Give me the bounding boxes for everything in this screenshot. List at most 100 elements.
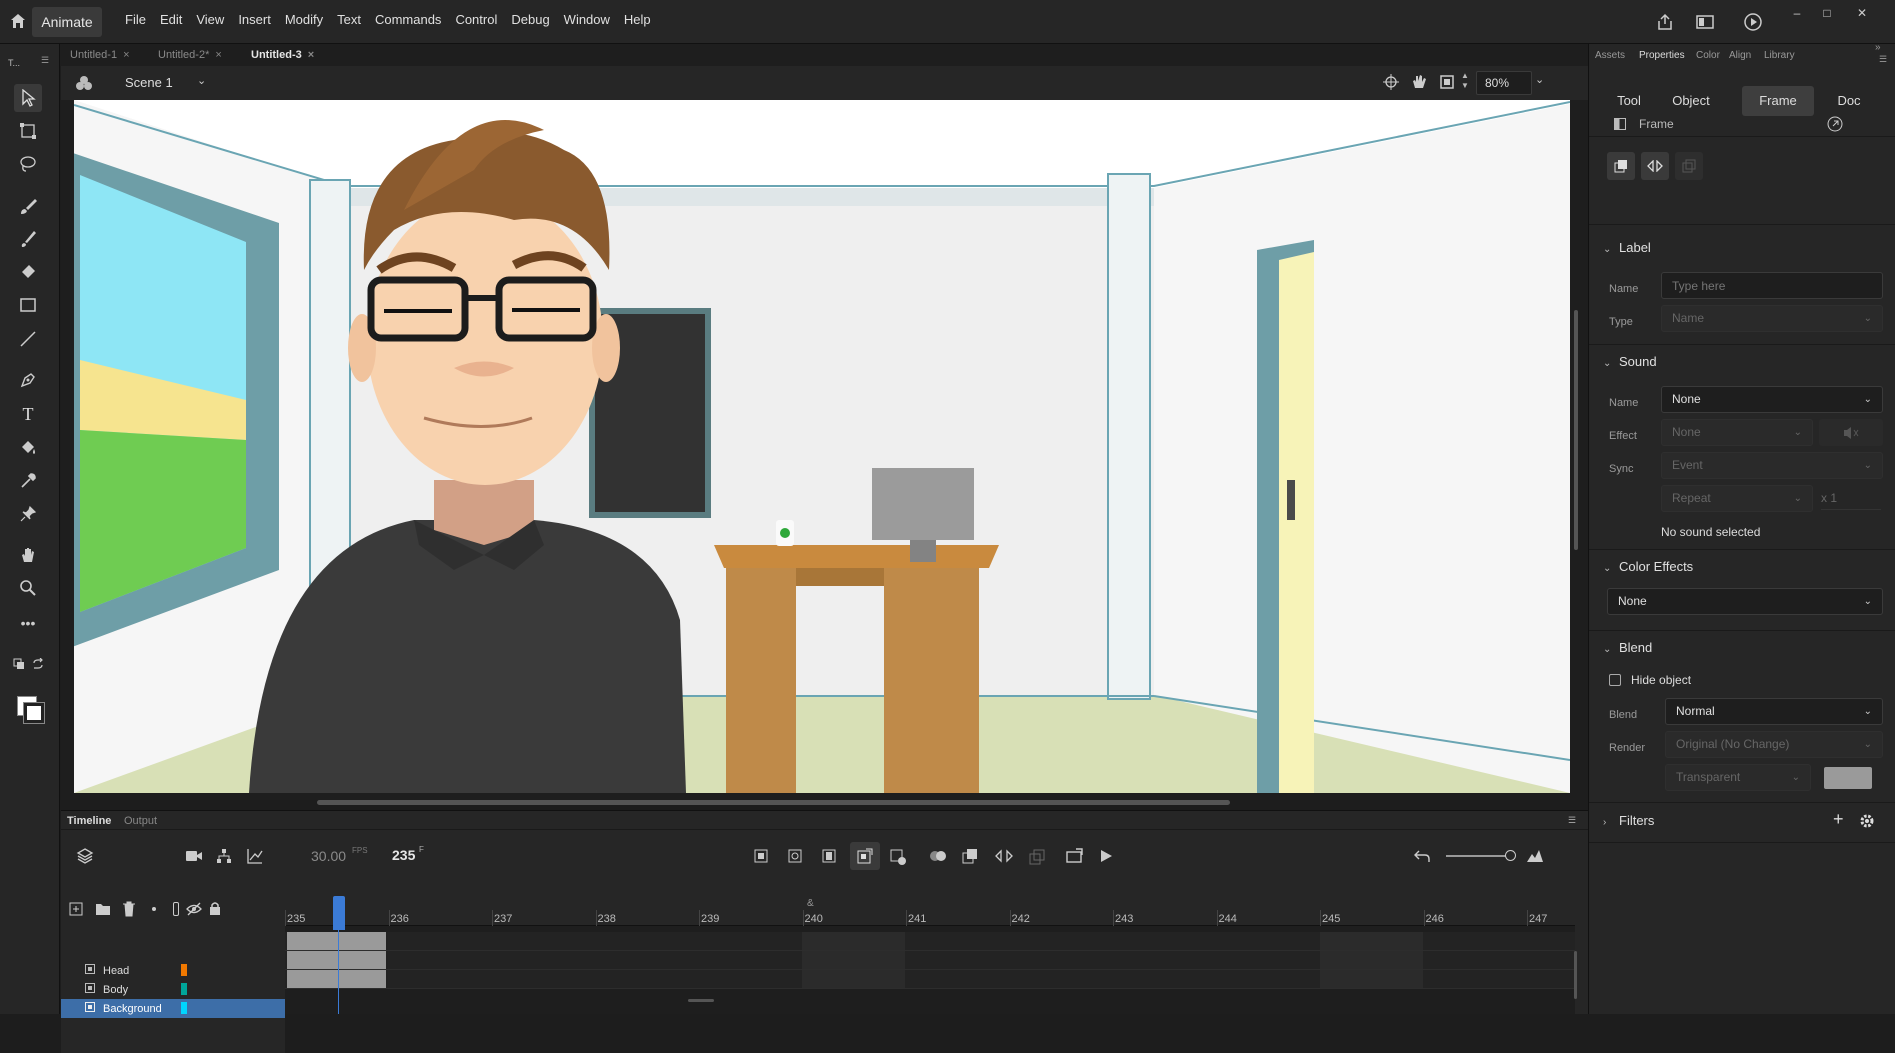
menu-edit[interactable]: Edit bbox=[153, 12, 189, 27]
outline-icon[interactable] bbox=[173, 902, 179, 916]
menu-control[interactable]: Control bbox=[448, 12, 504, 27]
sound-effect-select[interactable]: None ⌄ bbox=[1661, 419, 1813, 446]
menu-insert[interactable]: Insert bbox=[231, 12, 278, 27]
label-name-input[interactable] bbox=[1661, 272, 1883, 299]
zoom-stepper-icon[interactable]: ▲ ▼ bbox=[1461, 71, 1469, 91]
section-color-effects-header[interactable]: ⌄ Color Effects bbox=[1603, 559, 1693, 574]
classic-tween-icon[interactable] bbox=[995, 849, 1013, 863]
insert-frame-icon[interactable] bbox=[822, 849, 836, 863]
sound-repeat-count[interactable]: x 1 bbox=[1821, 491, 1881, 510]
sound-repeat-select[interactable]: Repeat ⌄ bbox=[1661, 485, 1813, 512]
timeline-vertical-scrollbar[interactable] bbox=[1574, 951, 1577, 999]
background-color-swatch[interactable] bbox=[1824, 767, 1872, 789]
edit-sound-button[interactable] bbox=[1819, 419, 1883, 446]
center-stage-icon[interactable] bbox=[1383, 74, 1399, 90]
tab-library[interactable]: Library bbox=[1764, 50, 1795, 61]
tab-timeline[interactable]: Timeline bbox=[67, 815, 111, 827]
scene-name[interactable]: Scene 1 bbox=[125, 75, 173, 90]
default-colors-icon[interactable] bbox=[32, 658, 44, 670]
frame-ruler[interactable]: 235 236 237 238 239 240 241 242 243 244 245 246 247 bbox=[285, 896, 1575, 926]
hide-eye-icon[interactable] bbox=[186, 902, 202, 916]
blend-select[interactable]: Normal ⌄ bbox=[1665, 698, 1883, 725]
timeline-menu-icon[interactable]: ☰ bbox=[1568, 815, 1576, 826]
color-effects-select[interactable]: None ⌄ bbox=[1607, 588, 1883, 615]
current-frame[interactable]: 235 bbox=[392, 847, 415, 863]
graph-icon[interactable] bbox=[247, 848, 263, 864]
stage-horizontal-scrollbar[interactable] bbox=[317, 800, 1230, 805]
new-folder-icon[interactable] bbox=[95, 902, 111, 916]
pen-tool[interactable] bbox=[14, 366, 42, 394]
help-link-icon[interactable] bbox=[1827, 116, 1843, 132]
gear-icon[interactable] bbox=[1859, 813, 1875, 829]
hand-tool[interactable] bbox=[14, 541, 42, 569]
stage-canvas[interactable] bbox=[74, 100, 1570, 793]
zoom-dropdown-icon[interactable]: ⌄ bbox=[1535, 73, 1544, 86]
frame-row-body[interactable] bbox=[285, 951, 1575, 970]
insert-keyframe-icon[interactable] bbox=[754, 849, 768, 863]
more-tools-button[interactable]: ••• bbox=[14, 609, 42, 637]
tab-assets[interactable]: Assets bbox=[1595, 50, 1625, 61]
panel-menu-icon[interactable]: ☰ bbox=[41, 55, 51, 66]
label-type-select[interactable]: Name ⌄ bbox=[1661, 305, 1883, 332]
play-icon[interactable] bbox=[1099, 849, 1113, 863]
add-filter-button[interactable]: + bbox=[1833, 809, 1844, 830]
playhead-handle[interactable] bbox=[333, 896, 345, 930]
frame-grid[interactable]: 235 236 237 238 239 240 241 242 243 244 245 246 247 … bbox=[285, 896, 1575, 1014]
frame-row-head[interactable] bbox=[285, 932, 1575, 951]
clip-content-icon[interactable] bbox=[1439, 74, 1455, 90]
panel-menu-icon[interactable]: ☰ bbox=[1879, 54, 1887, 65]
frame-row-background[interactable] bbox=[285, 970, 1575, 989]
section-blend-header[interactable]: ⌄ Blend bbox=[1603, 640, 1652, 655]
doc-tab-2[interactable]: Untitled-2* × bbox=[148, 44, 222, 66]
frame-action-3[interactable] bbox=[1675, 152, 1703, 180]
section-label-header[interactable]: ⌄ Label bbox=[1603, 240, 1651, 255]
shape-tween-icon[interactable] bbox=[1029, 849, 1045, 865]
close-tab-icon[interactable]: × bbox=[215, 49, 221, 61]
mode-doc[interactable]: Doc bbox=[1819, 86, 1879, 116]
maximize-button[interactable]: □ bbox=[1816, 6, 1838, 20]
test-movie-icon[interactable] bbox=[1744, 13, 1762, 31]
camera-icon[interactable] bbox=[185, 849, 203, 863]
zoom-input[interactable]: 80% bbox=[1476, 71, 1532, 95]
layer-row-head[interactable]: Head bbox=[61, 961, 285, 980]
lock-icon[interactable] bbox=[209, 901, 221, 916]
close-button[interactable]: ✕ bbox=[1851, 6, 1873, 20]
menu-commands[interactable]: Commands bbox=[368, 12, 448, 27]
frame-action-1[interactable] bbox=[1607, 152, 1635, 180]
layer-parenting-icon[interactable] bbox=[216, 848, 232, 864]
tab-color[interactable]: Color bbox=[1696, 50, 1720, 61]
rectangle-tool[interactable] bbox=[14, 291, 42, 319]
zoom-tool[interactable] bbox=[14, 574, 42, 602]
stage-vertical-scrollbar[interactable] bbox=[1574, 310, 1578, 550]
minimize-button[interactable]: – bbox=[1786, 6, 1808, 20]
undo-icon[interactable] bbox=[1414, 849, 1430, 863]
clear-keyframe-icon[interactable] bbox=[890, 849, 906, 865]
fit-timeline-icon[interactable] bbox=[1526, 849, 1544, 863]
layers-icon[interactable] bbox=[76, 847, 94, 865]
selection-tool[interactable] bbox=[14, 84, 42, 112]
fill-color-swatch[interactable] bbox=[24, 703, 44, 723]
menu-help[interactable]: Help bbox=[617, 12, 658, 27]
section-filters-header[interactable]: › Filters bbox=[1603, 813, 1654, 828]
new-layer-icon[interactable] bbox=[69, 902, 83, 916]
eyedropper-tool[interactable] bbox=[14, 467, 42, 495]
sound-sync-select[interactable]: Event ⌄ bbox=[1661, 452, 1883, 479]
layer-row-body[interactable]: Body bbox=[61, 980, 285, 999]
scene-dropdown-icon[interactable]: ⌄ bbox=[197, 74, 206, 87]
tab-align[interactable]: Align bbox=[1729, 50, 1751, 61]
eraser-tool[interactable] bbox=[14, 258, 42, 286]
loop-icon[interactable] bbox=[1066, 848, 1084, 864]
highlight-layer-icon[interactable] bbox=[152, 907, 156, 911]
delete-layer-icon[interactable] bbox=[122, 901, 136, 917]
zoom-slider-track[interactable] bbox=[1446, 855, 1512, 857]
doc-tab-3[interactable]: Untitled-3 × bbox=[241, 44, 314, 66]
lasso-tool[interactable] bbox=[14, 150, 42, 178]
menu-text[interactable]: Text bbox=[330, 12, 368, 27]
fps-value[interactable]: 30.00 bbox=[311, 848, 346, 864]
doc-tab-1[interactable]: Untitled-1 × bbox=[60, 44, 130, 66]
close-tab-icon[interactable]: × bbox=[123, 49, 129, 61]
frame-action-2[interactable] bbox=[1641, 152, 1669, 180]
menu-modify[interactable]: Modify bbox=[278, 12, 330, 27]
auto-keyframe-button[interactable] bbox=[850, 842, 880, 870]
panel-collapse-icon[interactable]: » bbox=[1875, 42, 1881, 53]
